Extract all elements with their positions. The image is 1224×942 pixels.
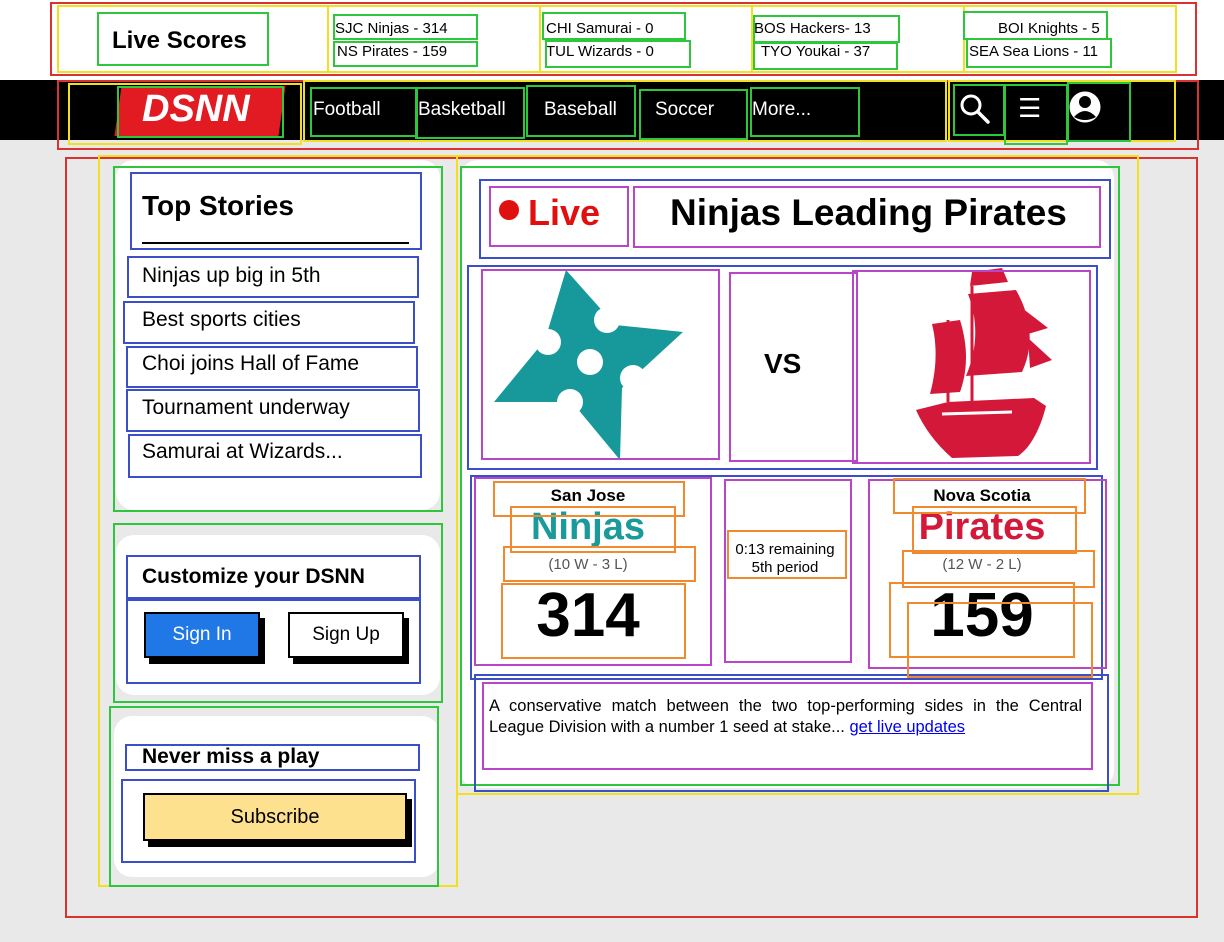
score-line[interactable]: TYO Youkai - 37 xyxy=(761,43,870,60)
newsletter-heading: Never miss a play xyxy=(142,745,320,768)
home-team-score: 314 xyxy=(536,581,640,650)
sign-up-button[interactable]: Sign Up xyxy=(288,612,404,658)
nav-link-soccer[interactable]: Soccer xyxy=(655,99,714,121)
story-link[interactable]: Tournament underway xyxy=(142,396,350,420)
home-team-record: (10 W - 3 L) xyxy=(548,556,628,573)
search-icon[interactable] xyxy=(958,92,992,126)
subscribe-button[interactable]: Subscribe xyxy=(143,793,407,841)
away-team-score: 159 xyxy=(930,581,1034,650)
menu-icon[interactable]: ☰ xyxy=(1018,93,1041,123)
top-stories-heading: Top Stories xyxy=(142,190,294,221)
sign-in-button[interactable]: Sign In xyxy=(144,612,260,658)
story-link[interactable]: Samurai at Wizards... xyxy=(142,440,343,464)
score-line[interactable]: SEA Sea Lions - 11 xyxy=(969,43,1098,60)
game-card xyxy=(460,160,1114,788)
score-line[interactable]: BOS Hackers- 13 xyxy=(754,20,871,37)
nav-link-basketball[interactable]: Basketball xyxy=(418,99,506,121)
story-link[interactable]: Ninjas up big in 5th xyxy=(142,264,321,288)
game-description-text: A conservative match between the two top… xyxy=(489,697,1082,736)
versus-label: VS xyxy=(764,348,802,379)
user-icon[interactable] xyxy=(1068,90,1102,124)
story-link[interactable]: Best sports cities xyxy=(142,308,301,332)
game-description: A conservative match between the two top… xyxy=(489,696,1082,738)
away-team-record: (12 W - 2 L) xyxy=(942,556,1022,573)
live-label: Live xyxy=(528,192,601,233)
customize-heading: Customize your DSNN xyxy=(142,565,365,588)
away-team-name[interactable]: Pirates xyxy=(882,506,1082,549)
time-remaining: 0:13 remaining xyxy=(735,541,835,558)
home-team-name[interactable]: Ninjas xyxy=(488,506,688,549)
live-updates-link[interactable]: get live updates xyxy=(849,718,965,736)
pirate-ship-icon xyxy=(916,268,1052,458)
score-line[interactable]: BOI Knights - 5 xyxy=(998,20,1100,37)
nav-link-more[interactable]: More... xyxy=(752,99,811,121)
score-line[interactable]: CHI Samurai - 0 xyxy=(546,20,654,37)
score-line[interactable]: TUL Wizards - 0 xyxy=(546,43,654,60)
score-line[interactable]: SJC Ninjas - 314 xyxy=(335,20,448,37)
story-link[interactable]: Choi joins Hall of Fame xyxy=(142,352,359,376)
game-period: 5th period xyxy=(751,559,819,576)
live-dot-icon xyxy=(499,200,519,220)
logo[interactable]: DSNN xyxy=(142,88,250,131)
score-line[interactable]: NS Pirates - 159 xyxy=(337,43,447,60)
live-scores-title: Live Scores xyxy=(112,27,247,54)
ninjas-logo-icon xyxy=(494,270,683,460)
away-team-city: Nova Scotia xyxy=(933,486,1031,505)
nav-link-football[interactable]: Football xyxy=(313,99,381,121)
nav-link-baseball[interactable]: Baseball xyxy=(544,99,617,121)
home-team-city: San Jose xyxy=(550,486,626,505)
game-headline: Ninjas Leading Pirates xyxy=(670,192,1067,233)
heading-divider xyxy=(142,242,409,244)
